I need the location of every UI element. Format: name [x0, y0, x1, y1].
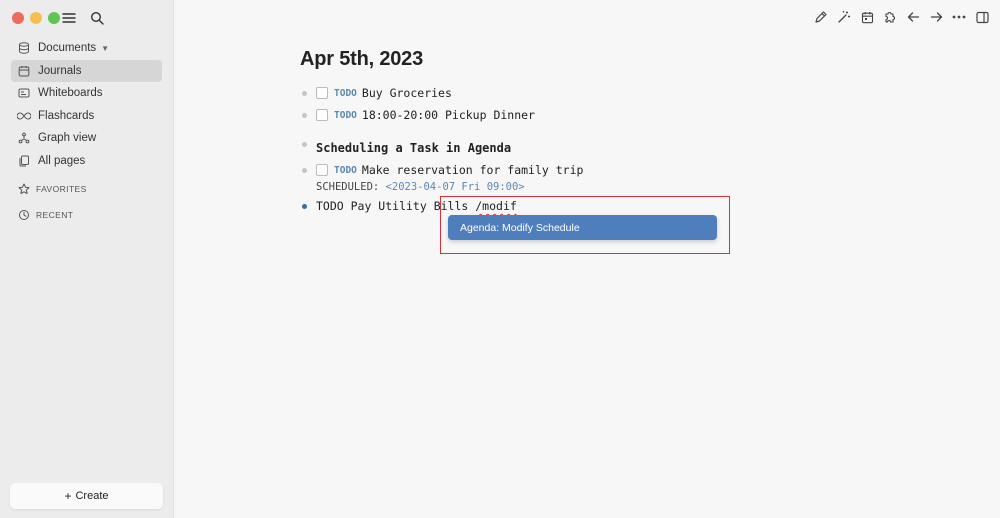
sidebar-section-recent[interactable]: RECENT — [11, 202, 162, 228]
sidebar-item-label: Documents — [38, 42, 97, 55]
create-button[interactable]: + Create — [10, 483, 163, 509]
block-text[interactable]: Make reservation for family trip — [362, 163, 584, 177]
sidebar-item-documents[interactable]: Documents ▼ — [11, 37, 162, 60]
recent-label: RECENT — [36, 210, 74, 220]
sidebar-section-favorites[interactable]: FAVORITES — [11, 176, 162, 202]
search-icon[interactable] — [88, 9, 106, 27]
sidebar-item-journals[interactable]: Journals — [11, 59, 162, 82]
star-icon — [17, 182, 31, 196]
sidebar-item-flashcards[interactable]: Flashcards — [11, 105, 162, 128]
sidebar-item-graph-view[interactable]: Graph view — [11, 127, 162, 150]
block-text[interactable]: 18:00-20:00 Pickup Dinner — [362, 108, 535, 122]
calendar-icon — [17, 64, 31, 78]
history-icon — [17, 208, 31, 222]
favorites-label: FAVORITES — [36, 184, 87, 194]
scheduled-label: SCHEDULED: — [316, 181, 380, 193]
sidebar-item-whiteboards[interactable]: Whiteboards — [11, 82, 162, 105]
todo-marker: TODO — [334, 164, 357, 176]
pages-icon — [17, 154, 31, 168]
scheduled-date-link[interactable]: <2023-04-07 Fri 09:00> — [386, 181, 525, 193]
block-bullet[interactable] — [302, 167, 307, 173]
sidebar-item-label: Graph view — [38, 132, 97, 145]
todo-marker: TODO — [334, 109, 357, 121]
graph-icon — [17, 131, 31, 145]
block-bullet[interactable] — [302, 90, 307, 96]
minimize-window-button[interactable] — [30, 12, 42, 24]
block-text[interactable]: Buy Groceries — [362, 86, 452, 100]
todo-checkbox[interactable] — [316, 164, 328, 176]
todo-marker: TODO — [334, 87, 357, 99]
infinity-icon — [17, 109, 31, 123]
window-controls — [12, 12, 60, 24]
menu-icon[interactable] — [60, 9, 78, 27]
database-icon — [17, 41, 31, 55]
block-heading[interactable]: Scheduling a Task in Agenda — [302, 141, 511, 155]
whiteboard-icon — [17, 86, 31, 100]
block-todo-groceries[interactable]: TODO Buy Groceries — [302, 86, 452, 100]
page-title: Apr 5th, 2023 — [300, 48, 424, 70]
block-heading-text[interactable]: Scheduling a Task in Agenda — [316, 141, 511, 155]
block-bullet[interactable] — [302, 112, 307, 118]
command-popup-item[interactable]: Agenda: Modify Schedule — [448, 215, 717, 240]
sidebar-item-label: Journals — [38, 64, 82, 77]
popup-item-label: Agenda: Modify Schedule — [460, 221, 580, 234]
left-sidebar: Documents ▼ Journals Whiteboards Flashca… — [0, 0, 174, 518]
todo-checkbox[interactable] — [316, 87, 328, 99]
block-todo-dinner[interactable]: TODO 18:00-20:00 Pickup Dinner — [302, 108, 535, 122]
sidebar-top-icons — [60, 9, 106, 27]
sidebar-item-label: All pages — [38, 154, 86, 167]
todo-checkbox[interactable] — [316, 109, 328, 121]
maximize-window-button[interactable] — [48, 12, 60, 24]
sidebar-item-label: Whiteboards — [38, 87, 103, 100]
scheduled-line: SCHEDULED: <2023-04-07 Fri 09:00> — [316, 181, 525, 193]
block-bullet[interactable] — [302, 203, 307, 209]
sidebar-item-label: Flashcards — [38, 109, 95, 122]
plus-icon: + — [64, 489, 72, 503]
caret-down-icon[interactable]: ▼ — [101, 44, 109, 53]
journal-page: Apr 5th, 2023 TODO Buy Groceries TODO 18… — [174, 0, 1000, 518]
sidebar-nav: Documents ▼ Journals Whiteboards Flashca… — [11, 37, 162, 228]
block-todo-reservation[interactable]: TODO Make reservation for family trip — [302, 163, 583, 177]
block-bullet[interactable] — [302, 141, 307, 147]
close-window-button[interactable] — [12, 12, 24, 24]
create-label: Create — [75, 490, 109, 502]
sidebar-item-all-pages[interactable]: All pages — [11, 150, 162, 173]
